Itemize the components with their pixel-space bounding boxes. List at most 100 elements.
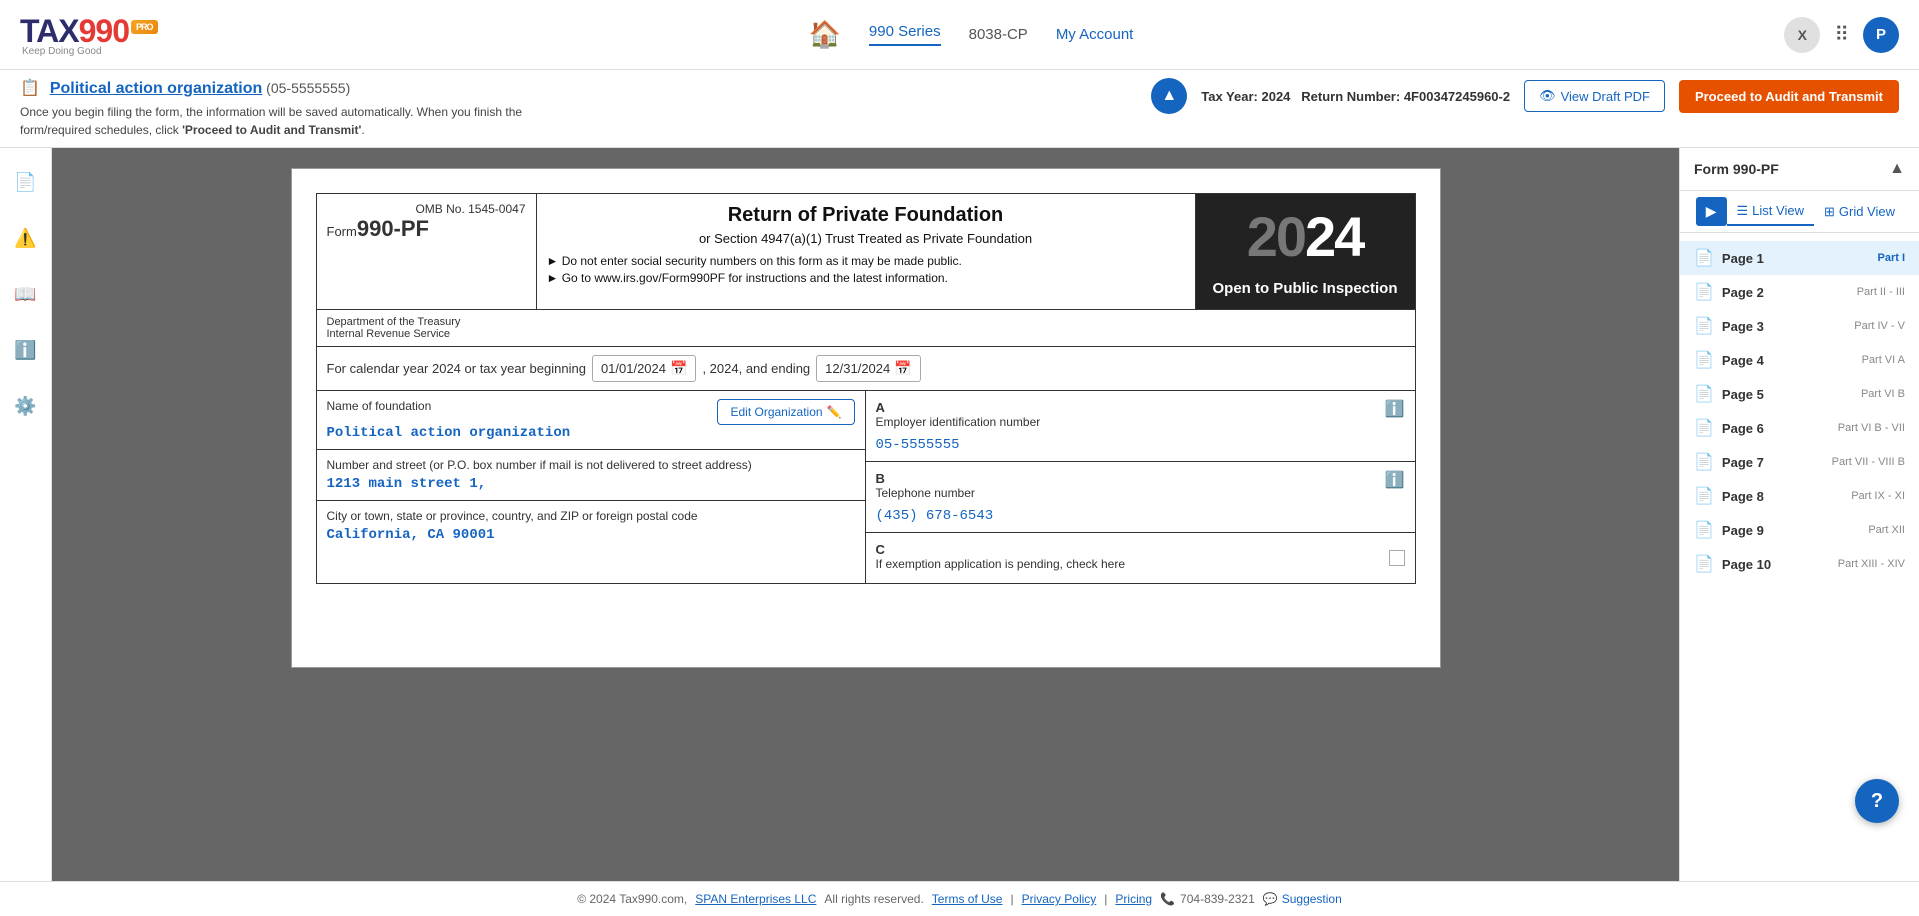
page-nav-item-4[interactable]: 📄 Page 4 Part VI A <box>1680 343 1919 377</box>
footer-pricing-link[interactable]: Pricing <box>1115 892 1152 906</box>
edit-org-button[interactable]: Edit Organization ✏️ <box>717 399 854 425</box>
proceed-button[interactable]: Proceed to Audit and Transmit <box>1679 80 1899 113</box>
phone-icon: 📞 <box>1160 892 1175 906</box>
user-avatar[interactable]: P <box>1863 17 1899 53</box>
page-1-part: Part I <box>1877 252 1905 264</box>
eye-icon: 👁 <box>1539 88 1556 104</box>
field-a-info-icon[interactable]: ℹ️ <box>1385 399 1405 419</box>
home-icon[interactable]: 🏠 <box>809 19 841 50</box>
form-subtitle: or Section 4947(a)(1) Trust Treated as P… <box>547 231 1185 246</box>
page-6-num: Page 6 <box>1722 421 1764 436</box>
field-a-cell: A Employer identification number ℹ️ 05-5… <box>866 391 1415 462</box>
page-nav-item-8[interactable]: 📄 Page 8 Part IX - XI <box>1680 479 1919 513</box>
logo-text: TAX990PRO <box>20 13 158 50</box>
footer-span-link[interactable]: SPAN Enterprises LLC <box>695 892 816 906</box>
header-right: X ⠿ P <box>1784 17 1899 53</box>
left-sidebar: 📄 ⚠️ 📖 ℹ️ ⚙️ <box>0 148 52 881</box>
grid-view-button[interactable]: ⊞ Grid View <box>1814 199 1905 225</box>
suggestion-icon: 💬 <box>1263 892 1278 906</box>
page-1-num: Page 1 <box>1722 251 1764 266</box>
city-label: City or town, state or province, country… <box>327 509 855 523</box>
sidebar-icon-info[interactable]: ℹ️ <box>8 332 44 368</box>
page-nav-item-6[interactable]: 📄 Page 6 Part VI B - VII <box>1680 411 1919 445</box>
footer-privacy-link[interactable]: Privacy Policy <box>1022 892 1097 906</box>
form-instructions: ► Do not enter social security numbers o… <box>547 254 1185 285</box>
footer-copyright: © 2024 Tax990.com, <box>577 892 687 906</box>
list-view-button[interactable]: ☰ List View <box>1727 198 1814 226</box>
org-name-link[interactable]: Political action organization <box>50 80 262 97</box>
page-10-icon: 📄 <box>1694 554 1714 574</box>
page-4-icon: 📄 <box>1694 350 1714 370</box>
page-nav-item-10[interactable]: 📄 Page 10 Part XIII - XIV <box>1680 547 1919 581</box>
foundation-left-col: Name of foundation Edit Organization ✏️ … <box>317 391 866 583</box>
org-name-value: Political action organization <box>327 425 855 441</box>
help-button[interactable]: ? <box>1855 779 1899 823</box>
page-2-num: Page 2 <box>1722 285 1764 300</box>
nav-forward-button[interactable]: ▶ <box>1696 197 1727 226</box>
page-nav-item-1[interactable]: 📄 Page 1 Part I <box>1680 241 1919 275</box>
sidebar-icon-settings[interactable]: ⚙️ <box>8 388 44 424</box>
footer-terms-link[interactable]: Terms of Use <box>932 892 1003 906</box>
form-number: Form990-PF <box>327 216 526 242</box>
org-ein: (05-5555555) <box>266 80 350 96</box>
omb-number: OMB No. 1545-0047 <box>327 202 526 216</box>
right-sidebar-title: Form 990-PF <box>1694 161 1779 177</box>
field-a-row: A Employer identification number ℹ️ <box>876 399 1405 433</box>
org-doc-icon: 📋 <box>20 80 40 97</box>
page-8-icon: 📄 <box>1694 486 1714 506</box>
page-nav-item-3[interactable]: 📄 Page 3 Part IV - V <box>1680 309 1919 343</box>
form-main-title-cell: Return of Private Foundation or Section … <box>536 194 1195 310</box>
page-10-num: Page 10 <box>1722 557 1771 572</box>
sidebar-icon-book[interactable]: 📖 <box>8 276 44 312</box>
right-sidebar-header: Form 990-PF ▲ <box>1680 148 1919 191</box>
form-area: OMB No. 1545-0047 Form990-PF Return of P… <box>52 148 1679 881</box>
page-nav-item-9[interactable]: 📄 Page 9 Part XII <box>1680 513 1919 547</box>
right-sidebar: Form 990-PF ▲ ▶ ☰ List View ⊞ Grid View … <box>1679 148 1919 881</box>
foundation-grid: Name of foundation Edit Organization ✏️ … <box>316 391 1416 584</box>
page-3-icon: 📄 <box>1694 316 1714 336</box>
name-label-row: Name of foundation Edit Organization ✏️ <box>327 399 855 425</box>
grid-icon[interactable]: ⠿ <box>1834 22 1849 47</box>
suggestion-label: Suggestion <box>1282 892 1342 906</box>
calendar-end-icon[interactable]: 📅 <box>894 360 911 377</box>
sidebar-icon-file[interactable]: 📄 <box>8 164 44 200</box>
date-end-input[interactable]: 12/31/2024 📅 <box>816 355 921 382</box>
field-b-cell: B Telephone number ℹ️ (435) 678-6543 <box>866 462 1415 533</box>
page-nav-item-5[interactable]: 📄 Page 5 Part VI B <box>1680 377 1919 411</box>
page-8-num: Page 8 <box>1722 489 1764 504</box>
nav-8038-cp[interactable]: 8038-CP <box>969 26 1028 43</box>
page-9-part: Part XII <box>1868 524 1905 536</box>
view-draft-button[interactable]: 👁 View Draft PDF <box>1524 80 1665 112</box>
city-value: California, CA 90001 <box>327 527 855 543</box>
nav-my-account[interactable]: My Account <box>1056 26 1134 43</box>
logo-tax: TAX <box>20 13 79 49</box>
footer-suggestion[interactable]: 💬 Suggestion <box>1263 892 1342 906</box>
x-avatar[interactable]: X <box>1784 17 1820 53</box>
header-nav: 🏠 990 Series 8038-CP My Account <box>809 19 1134 50</box>
page-1-icon: 📄 <box>1694 248 1714 268</box>
field-a-letter: A <box>876 400 885 415</box>
field-c-label: If exemption application is pending, che… <box>876 557 1126 571</box>
open-inspection: Open to Public Inspection <box>1206 279 1405 299</box>
footer-sep1: | <box>1010 892 1013 906</box>
sub-header: 📋 Political action organization (05-5555… <box>0 70 1919 148</box>
sidebar-icon-warning[interactable]: ⚠️ <box>8 220 44 256</box>
view-toggle: ▶ ☰ List View ⊞ Grid View <box>1680 191 1919 233</box>
sidebar-collapse-button[interactable]: ▲ <box>1889 160 1905 178</box>
year-display: 2024 <box>1206 204 1405 269</box>
field-c-checkbox[interactable] <box>1389 550 1405 566</box>
nav-990-series[interactable]: 990 Series <box>869 23 941 46</box>
page-nav-item-2[interactable]: 📄 Page 2 Part II - III <box>1680 275 1919 309</box>
footer-phone-number: 704-839-2321 <box>1180 892 1255 906</box>
field-b-info-icon[interactable]: ℹ️ <box>1385 470 1405 490</box>
calendar-start-icon[interactable]: 📅 <box>670 360 687 377</box>
date-start-input[interactable]: 01/01/2024 📅 <box>592 355 697 382</box>
field-a-value: 05-5555555 <box>876 437 1405 453</box>
field-c-letter: C <box>876 542 885 557</box>
page-nav-item-7[interactable]: 📄 Page 7 Part VII - VIII B <box>1680 445 1919 479</box>
main-layout: 📄 ⚠️ 📖 ℹ️ ⚙️ OMB No. 1545-0047 Form990-P… <box>0 148 1919 881</box>
chevron-up-button[interactable]: ▲ <box>1151 78 1187 114</box>
page-5-num: Page 5 <box>1722 387 1764 402</box>
org-description: Once you begin filing the form, the info… <box>20 103 1151 139</box>
name-cell: Name of foundation Edit Organization ✏️ … <box>317 391 865 450</box>
